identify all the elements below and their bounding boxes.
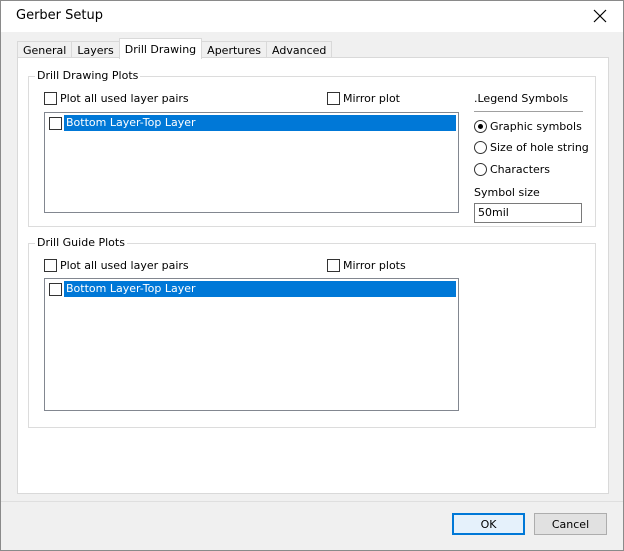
legend-divider xyxy=(474,111,583,112)
title-bar: Gerber Setup xyxy=(1,1,623,32)
drill-drawing-panel: Drill Drawing Plots Plot all used layer … xyxy=(17,57,609,494)
drill-drawing-plots-group: Drill Drawing Plots Plot all used layer … xyxy=(28,69,596,227)
radio-circle[interactable] xyxy=(474,141,487,154)
symbol-size-input[interactable]: 50mil xyxy=(474,203,582,223)
checkbox-box[interactable] xyxy=(44,92,57,105)
guide-plot-all-layer-pairs-label: Plot all used layer pairs xyxy=(60,259,189,272)
symbol-size-label: Symbol size xyxy=(474,186,540,199)
legend-symbols-title: .Legend Symbols xyxy=(474,92,569,105)
radio-circle[interactable] xyxy=(474,120,487,133)
drill-guide-plots-group: Drill Guide Plots Plot all used layer pa… xyxy=(28,236,596,428)
characters-label: Characters xyxy=(490,163,551,176)
checkbox-box[interactable] xyxy=(327,92,340,105)
checkbox-box[interactable] xyxy=(327,259,340,272)
tab-drill-drawing[interactable]: Drill Drawing xyxy=(118,38,203,59)
mirror-plot-checkbox[interactable]: Mirror plot xyxy=(327,92,400,105)
list-item-label: Bottom Layer-Top Layer xyxy=(64,281,456,297)
checkbox-box[interactable] xyxy=(44,259,57,272)
dialog-title: Gerber Setup xyxy=(16,8,103,23)
mirror-plot-label: Mirror plot xyxy=(343,92,400,105)
plot-all-layer-pairs-label: Plot all used layer pairs xyxy=(60,92,189,105)
cancel-button[interactable]: Cancel xyxy=(534,513,607,535)
gerber-setup-dialog: Gerber Setup General Layers Drill Drawin… xyxy=(0,0,624,551)
size-of-hole-string-radio[interactable]: Size of hole string xyxy=(474,141,589,154)
close-button[interactable] xyxy=(591,7,609,25)
list-item-checkbox[interactable] xyxy=(49,282,62,296)
close-icon xyxy=(593,9,607,23)
size-of-hole-string-label: Size of hole string xyxy=(490,141,589,154)
ok-button[interactable]: OK xyxy=(452,513,525,535)
drill-drawing-layer-pairs-list[interactable]: Bottom Layer-Top Layer xyxy=(44,112,459,213)
characters-radio[interactable]: Characters xyxy=(474,163,550,176)
drill-drawing-plots-title: Drill Drawing Plots xyxy=(35,69,141,82)
dialog-client: General Layers Drill Drawing Apertures A… xyxy=(1,32,623,550)
list-item[interactable]: Bottom Layer-Top Layer xyxy=(47,281,456,297)
graphic-symbols-radio[interactable]: Graphic symbols xyxy=(474,120,582,133)
mirror-plots-checkbox[interactable]: Mirror plots xyxy=(327,259,406,272)
list-item[interactable]: Bottom Layer-Top Layer xyxy=(47,115,456,131)
drill-guide-layer-pairs-list[interactable]: Bottom Layer-Top Layer xyxy=(44,278,459,411)
guide-plot-all-layer-pairs-checkbox[interactable]: Plot all used layer pairs xyxy=(44,259,189,272)
list-item-checkbox[interactable] xyxy=(49,116,62,130)
plot-all-layer-pairs-checkbox[interactable]: Plot all used layer pairs xyxy=(44,92,189,105)
button-bar: OK Cancel xyxy=(1,501,623,550)
graphic-symbols-label: Graphic symbols xyxy=(490,120,582,133)
list-item-label: Bottom Layer-Top Layer xyxy=(64,115,456,131)
mirror-plots-label: Mirror plots xyxy=(343,259,406,272)
radio-circle[interactable] xyxy=(474,163,487,176)
drill-guide-plots-title: Drill Guide Plots xyxy=(35,236,127,249)
